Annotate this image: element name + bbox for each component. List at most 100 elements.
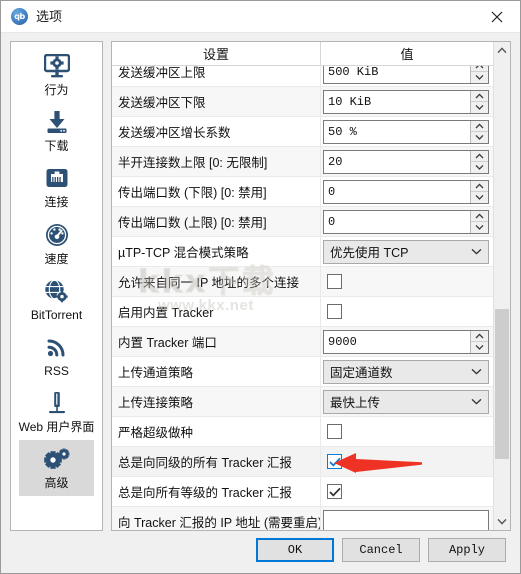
- setting-value-cell[interactable]: 0: [321, 177, 493, 206]
- spinbox-up-button[interactable]: [471, 210, 488, 222]
- column-header-setting[interactable]: 设置: [112, 42, 321, 65]
- globe-gear-icon: [40, 276, 74, 306]
- spinbox-buttons[interactable]: [470, 150, 488, 173]
- sidebar-item-speed[interactable]: 速度: [19, 216, 94, 271]
- sidebar-item-webui[interactable]: Web 用户界面: [19, 384, 94, 439]
- setting-value-cell[interactable]: 固定通道数: [321, 357, 493, 386]
- table-row[interactable]: 半开连接数上限 [0: 无限制] 20: [112, 147, 493, 177]
- table-row[interactable]: 内置 Tracker 端口 9000: [112, 327, 493, 357]
- vertical-scrollbar[interactable]: [493, 42, 510, 530]
- sidebar-item-connection[interactable]: 连接: [19, 159, 94, 214]
- spinbox-up-button[interactable]: [471, 120, 488, 132]
- checkbox[interactable]: [327, 454, 342, 469]
- spinbox[interactable]: 0: [323, 209, 489, 234]
- spinbox-down-button[interactable]: [471, 341, 488, 353]
- spinbox[interactable]: 20: [323, 149, 489, 174]
- spinbox[interactable]: 500 KiB: [323, 66, 489, 84]
- setting-value-cell[interactable]: 10 KiB: [321, 87, 493, 116]
- spinbox-buttons[interactable]: [470, 330, 488, 353]
- table-row[interactable]: 发送缓冲区上限 500 KiB: [112, 66, 493, 87]
- setting-value-cell[interactable]: 9000: [321, 327, 493, 356]
- setting-value-cell[interactable]: 500 KiB: [321, 66, 493, 86]
- table-row[interactable]: 启用内置 Tracker: [112, 297, 493, 327]
- table-row[interactable]: 传出端口数 (下限) [0: 禁用] 0: [112, 177, 493, 207]
- combobox[interactable]: 最快上传: [323, 389, 489, 414]
- checkbox[interactable]: [327, 424, 342, 439]
- spinbox-up-button[interactable]: [471, 90, 488, 102]
- spinbox-down-button[interactable]: [471, 161, 488, 173]
- table-row[interactable]: 传出端口数 (上限) [0: 禁用] 0: [112, 207, 493, 237]
- ok-button[interactable]: OK: [256, 538, 334, 562]
- spinbox-value[interactable]: 0: [324, 211, 470, 233]
- spinbox-value[interactable]: 9000: [324, 331, 470, 353]
- spinbox-value[interactable]: 50 %: [324, 121, 470, 143]
- spinbox-down-button[interactable]: [471, 71, 488, 83]
- column-header-value[interactable]: 值: [321, 42, 493, 65]
- table-row[interactable]: 发送缓冲区增长系数 50 %: [112, 117, 493, 147]
- setting-value-cell[interactable]: 优先使用 TCP: [321, 237, 493, 266]
- spinbox-value[interactable]: 10 KiB: [324, 91, 470, 113]
- spinbox-value[interactable]: 0: [324, 181, 470, 203]
- spinbox[interactable]: 10 KiB: [323, 89, 489, 114]
- spinbox[interactable]: 0: [323, 179, 489, 204]
- settings-sidebar: 行为 下载 连接 速度 BitTorrent RSS Web 用户界面 高级: [10, 41, 103, 531]
- checkbox[interactable]: [327, 304, 342, 319]
- spinbox[interactable]: 50 %: [323, 119, 489, 144]
- setting-value-cell[interactable]: [321, 267, 493, 296]
- setting-value-cell[interactable]: [321, 507, 493, 530]
- table-row[interactable]: 向 Tracker 汇报的 IP 地址 (需要重启): [112, 507, 493, 530]
- spinbox-up-button[interactable]: [471, 330, 488, 342]
- spinbox-down-button[interactable]: [471, 221, 488, 233]
- spinbox-down-button[interactable]: [471, 131, 488, 143]
- setting-value-cell[interactable]: [321, 297, 493, 326]
- table-row[interactable]: 允许来自同一 IP 地址的多个连接: [112, 267, 493, 297]
- scrollbar-thumb[interactable]: [495, 308, 509, 459]
- sidebar-item-bittorrent[interactable]: BitTorrent: [19, 272, 94, 327]
- table-row[interactable]: 严格超级做种: [112, 417, 493, 447]
- combobox[interactable]: 优先使用 TCP: [323, 239, 489, 264]
- table-row[interactable]: µTP-TCP 混合模式策略 优先使用 TCP: [112, 237, 493, 267]
- spinbox-buttons[interactable]: [470, 90, 488, 113]
- spinbox-buttons[interactable]: [470, 180, 488, 203]
- scrollbar-track[interactable]: [494, 59, 510, 513]
- cancel-button[interactable]: Cancel: [342, 538, 420, 562]
- combobox[interactable]: 固定通道数: [323, 359, 489, 384]
- sidebar-item-behavior[interactable]: 行为: [19, 47, 94, 102]
- setting-value-cell[interactable]: 20: [321, 147, 493, 176]
- table-row[interactable]: 总是向同级的所有 Tracker 汇报: [112, 447, 493, 477]
- gears-icon: [40, 444, 74, 474]
- spinbox-down-button[interactable]: [471, 191, 488, 203]
- spinbox-up-button[interactable]: [471, 180, 488, 192]
- setting-label: 允许来自同一 IP 地址的多个连接: [112, 267, 321, 296]
- spinbox-buttons[interactable]: [470, 66, 488, 83]
- apply-button[interactable]: Apply: [428, 538, 506, 562]
- spinbox-up-button[interactable]: [471, 150, 488, 162]
- monitor-gear-icon: [40, 51, 74, 81]
- setting-value-cell[interactable]: 0: [321, 207, 493, 236]
- checkbox[interactable]: [327, 274, 342, 289]
- spinbox-buttons[interactable]: [470, 120, 488, 143]
- setting-value-cell[interactable]: [321, 477, 493, 506]
- setting-value-cell[interactable]: [321, 447, 493, 476]
- setting-value-cell[interactable]: 最快上传: [321, 387, 493, 416]
- close-icon[interactable]: [474, 1, 520, 33]
- setting-value-cell[interactable]: [321, 417, 493, 446]
- table-row[interactable]: 发送缓冲区下限 10 KiB: [112, 87, 493, 117]
- table-row[interactable]: 上传连接策略 最快上传: [112, 387, 493, 417]
- table-row[interactable]: 总是向所有等级的 Tracker 汇报: [112, 477, 493, 507]
- sidebar-item-downloads[interactable]: 下载: [19, 103, 94, 158]
- sidebar-item-label: 下载: [44, 139, 69, 154]
- spinbox-down-button[interactable]: [471, 101, 488, 113]
- sidebar-item-rss[interactable]: RSS: [19, 328, 94, 383]
- spinbox-buttons[interactable]: [470, 210, 488, 233]
- spinbox-value[interactable]: 20: [324, 151, 470, 173]
- table-row[interactable]: 上传通道策略 固定通道数: [112, 357, 493, 387]
- setting-value-cell[interactable]: 50 %: [321, 117, 493, 146]
- spinbox-value[interactable]: 500 KiB: [324, 66, 470, 83]
- text-input[interactable]: [323, 509, 489, 530]
- checkbox[interactable]: [327, 484, 342, 499]
- sidebar-item-advanced[interactable]: 高级: [19, 440, 94, 496]
- scroll-down-button[interactable]: [494, 513, 510, 530]
- scroll-up-button[interactable]: [494, 42, 510, 59]
- spinbox[interactable]: 9000: [323, 329, 489, 354]
